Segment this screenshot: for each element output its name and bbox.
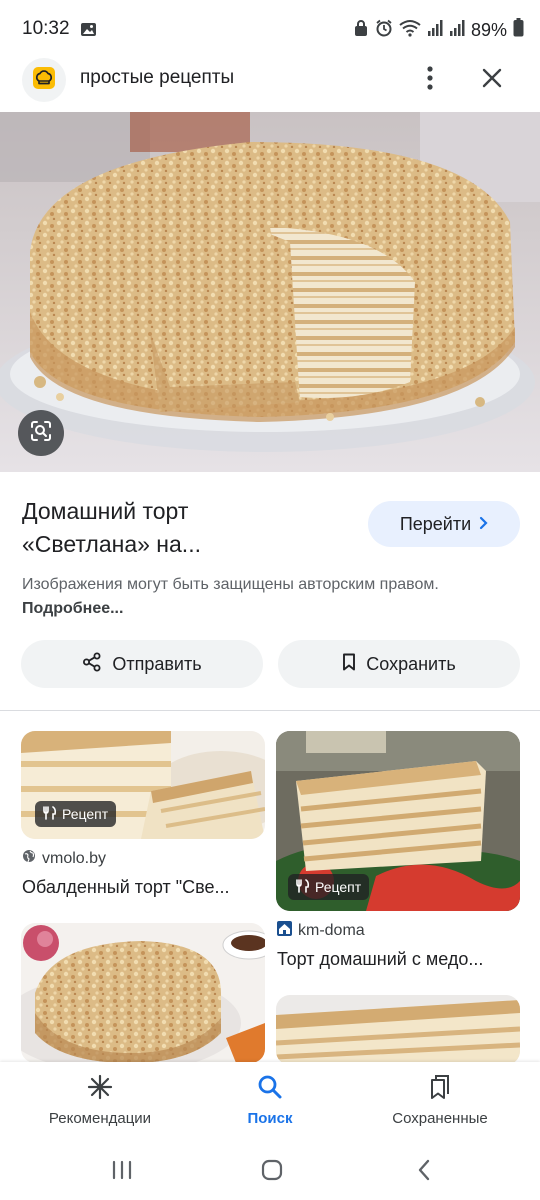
nav-saved[interactable]: Сохраненные [355, 1062, 525, 1144]
status-indicators: 89% [353, 18, 524, 42]
related-title-1[interactable]: Обалденный торт "Све... [22, 877, 266, 898]
share-label: Отправить [112, 653, 202, 674]
viewer-header: простые рецепты [0, 52, 540, 108]
cake-photo [0, 112, 540, 472]
close-icon [482, 68, 502, 93]
result-title-line2: «Светлана» на... [22, 531, 201, 557]
nav-label: Рекомендации [48, 1110, 152, 1127]
site-name[interactable]: простые рецепты [80, 67, 234, 89]
home-button[interactable] [252, 1154, 292, 1190]
globe-icon [22, 849, 36, 868]
home-icon [261, 1159, 283, 1186]
nav-label: Поиск [247, 1110, 293, 1127]
more-vert-icon [427, 65, 433, 95]
bottom-navigation: Рекомендации Поиск Сохраненные [0, 1062, 540, 1144]
site-logo[interactable] [22, 58, 66, 102]
status-time: 10:32 [22, 18, 70, 39]
chevron-right-icon [479, 514, 488, 535]
gallery-notification-icon [80, 21, 97, 43]
nav-search[interactable]: Поиск [185, 1062, 355, 1144]
share-icon [82, 652, 102, 677]
related-image-3[interactable] [21, 923, 265, 1063]
related-image-2[interactable]: Рецепт [276, 731, 520, 911]
save-button[interactable]: Сохранить [278, 640, 520, 688]
battery-icon [513, 18, 524, 42]
battery-percent: 89% [470, 19, 507, 40]
divider [0, 710, 540, 711]
result-image[interactable] [0, 112, 540, 472]
visit-label: Перейти [399, 513, 472, 534]
recipe-badge-label: Рецепт [315, 879, 362, 895]
signal-icon [427, 19, 443, 42]
learn-more-link[interactable]: Подробнее... [22, 600, 123, 617]
nav-recommendations[interactable]: Рекомендации [15, 1062, 185, 1144]
recent-apps-button[interactable] [102, 1154, 142, 1190]
bookmark-icon [342, 653, 356, 676]
search-icon [257, 1074, 283, 1104]
wifi-icon [399, 19, 421, 42]
related-title-2[interactable]: Торт домашний с медо... [277, 949, 520, 970]
related-source-2[interactable]: km-doma [277, 921, 365, 941]
recipe-badge: Рецепт [35, 801, 117, 827]
chef-hat-icon [30, 64, 58, 97]
recent-apps-icon [111, 1160, 133, 1185]
system-navigation-bar [0, 1144, 540, 1200]
related-image-1[interactable]: Рецепт [21, 731, 265, 839]
back-button[interactable] [404, 1154, 444, 1190]
result-title[interactable]: Домашний торт «Светлана» на... [22, 495, 352, 561]
utensils-icon [43, 805, 57, 823]
asterisk-icon [87, 1074, 113, 1104]
copyright-text: Изображения могут быть защищены авторски… [22, 576, 439, 593]
lens-search-button[interactable] [18, 410, 64, 456]
house-favicon-icon [277, 921, 292, 941]
cake-layers-photo [276, 995, 520, 1065]
related-image-4[interactable] [276, 995, 520, 1065]
share-button[interactable]: Отправить [21, 640, 263, 688]
visit-button[interactable]: Перейти [368, 501, 520, 547]
more-options-button[interactable] [412, 60, 448, 100]
lock-status-icon [353, 19, 369, 42]
back-icon [417, 1159, 431, 1186]
utensils-icon [296, 878, 310, 896]
recipe-badge: Рецепт [288, 874, 370, 900]
close-button[interactable] [474, 60, 510, 100]
related-source-1[interactable]: vmolo.by [22, 849, 106, 868]
lens-icon [29, 419, 53, 448]
related-source-name: km-doma [298, 922, 365, 939]
recipe-badge-label: Рецепт [62, 806, 109, 822]
round-cake-photo [21, 923, 265, 1063]
copyright-notice: Изображения могут быть защищены авторски… [22, 573, 442, 621]
related-source-name: vmolo.by [42, 849, 107, 867]
bookmarks-icon [428, 1074, 452, 1104]
result-title-line1: Домашний торт [22, 498, 189, 524]
save-label: Сохранить [366, 653, 456, 674]
alarm-icon [375, 19, 393, 42]
nav-label: Сохраненные [392, 1110, 488, 1127]
signal-icon-2 [449, 19, 465, 42]
status-bar: 10:32 89% [0, 0, 540, 60]
